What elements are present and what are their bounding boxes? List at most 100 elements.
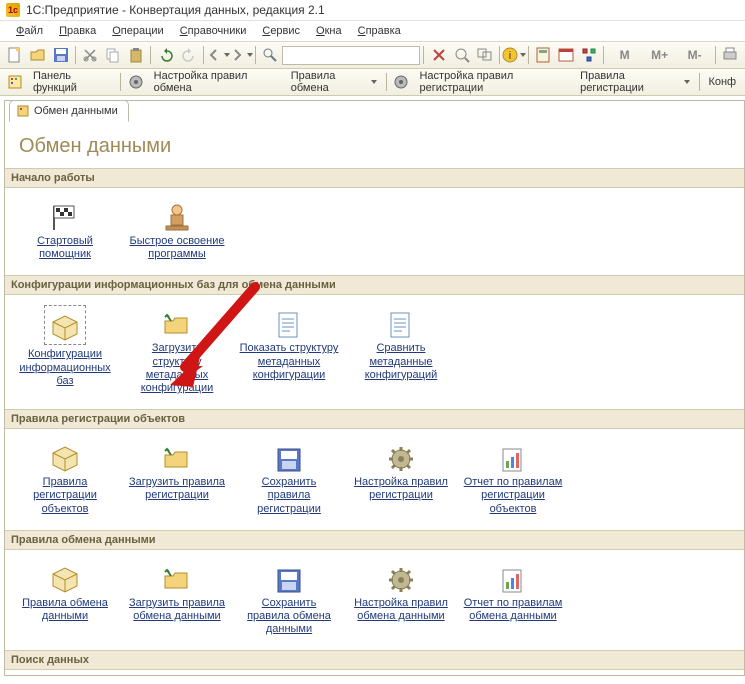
separator-icon — [713, 44, 718, 66]
menu-help[interactable]: Справка — [350, 23, 409, 39]
launch-item-label[interactable]: Отчет по правилам обмена данными — [463, 597, 563, 623]
launch-item-label[interactable]: Стартовый помощник — [15, 235, 115, 261]
launch-item-label[interactable]: Загрузить структуру метаданных конфигура… — [127, 342, 227, 395]
launch-item-label[interactable]: Показать структуру метаданных конфигурац… — [239, 342, 339, 382]
launch-item-exch-setup[interactable]: Настройка правил обмена данными — [351, 560, 451, 637]
exchange-rules-dropdown[interactable]: Правила обмена — [285, 71, 383, 93]
launch-item-exch-report[interactable]: Отчет по правилам обмена данными — [463, 560, 563, 637]
exchange-rules-setup-icon[interactable] — [125, 71, 147, 93]
launch-item-load-reg[interactable]: Загрузить правила регистрации — [127, 439, 227, 516]
floppy-icon — [276, 439, 302, 473]
section-header: Правила регистрации объектов — [5, 409, 744, 429]
launch-item-reg-setup[interactable]: Настройка правил регистрации — [351, 439, 451, 516]
cut-icon[interactable] — [79, 44, 101, 66]
separator-icon — [601, 44, 606, 66]
launch-item-label[interactable]: Сохранить правила регистрации — [239, 476, 339, 516]
panel-body: Обмен данными Начало работыСтартовый пом… — [5, 123, 744, 681]
panel-functions-icon[interactable] — [4, 71, 26, 93]
m-plus-icon[interactable]: M+ — [643, 44, 677, 66]
launch-item-fulltext[interactable]: Полнотекстовый поиск — [15, 680, 115, 681]
app-title: 1С:Предприятие - Конвертация данных, ред… — [26, 3, 325, 17]
reg-rules-setup-icon[interactable] — [390, 71, 412, 93]
menu-edit[interactable]: Правка — [51, 23, 104, 39]
separator-icon — [253, 44, 258, 66]
launch-item-config-infobases[interactable]: Конфигурации информационных баз — [15, 305, 115, 395]
tab-label: Обмен данными — [34, 105, 118, 117]
menu-windows[interactable]: Окна — [308, 23, 350, 39]
zoom-icon[interactable] — [451, 44, 473, 66]
new-doc-icon[interactable] — [4, 44, 26, 66]
windows-icon[interactable] — [474, 44, 496, 66]
item-row: Правила регистрации объектов Загрузить пр… — [15, 429, 734, 530]
reg-rules-setup-button[interactable]: Настройка правил регистрации — [413, 71, 573, 93]
launch-item-exch-rules[interactable]: Правила обмена данными — [15, 560, 115, 637]
launch-item-label[interactable]: Настройка правил обмена данными — [351, 597, 451, 623]
launch-item-label[interactable]: Правила обмена данными — [15, 597, 115, 623]
launch-item-label[interactable]: Загрузить правила обмена данными — [127, 597, 227, 623]
search-input[interactable] — [282, 46, 420, 65]
copy-icon[interactable] — [102, 44, 124, 66]
m-minus-icon[interactable]: M- — [678, 44, 712, 66]
search-icon[interactable] — [259, 44, 281, 66]
launch-item-find-obj[interactable]: Поиск объектов — [127, 680, 227, 681]
launch-item-save-exch[interactable]: Сохранить правила обмена данными — [239, 560, 339, 637]
launch-item-show-meta[interactable]: Показать структуру метаданных конфигурац… — [239, 305, 339, 395]
save-floppy-icon[interactable] — [50, 44, 72, 66]
launch-item-label[interactable]: Отчет по правилам регистрации объектов — [463, 476, 563, 516]
box3d-icon — [44, 305, 86, 345]
calendar-icon[interactable] — [555, 44, 577, 66]
menu-refs[interactable]: Справочники — [172, 23, 255, 39]
menu-bar: Файл Правка Операции Справочники Сервис … — [0, 21, 745, 42]
print-icon[interactable] — [719, 44, 741, 66]
launch-item-label[interactable]: Сохранить правила обмена данными — [239, 597, 339, 637]
panel-functions-button[interactable]: Панель функций — [27, 71, 117, 93]
tab-data-exchange[interactable]: Обмен данными — [9, 100, 129, 122]
separator-icon — [73, 44, 78, 66]
info-icon[interactable]: i — [503, 44, 525, 66]
launch-item-save-reg[interactable]: Сохранить правила регистрации — [239, 439, 339, 516]
launch-item-load-exch[interactable]: Загрузить правила обмена данными — [127, 560, 227, 637]
back-icon[interactable] — [207, 44, 229, 66]
section-header: Правила обмена данными — [5, 530, 744, 550]
launch-item-start-wizard[interactable]: Стартовый помощник — [15, 198, 115, 261]
doc-lines-icon — [277, 305, 301, 339]
launch-item-label[interactable]: Сравнить метаданные конфигураций — [351, 342, 451, 382]
config-button-truncated[interactable]: Конф — [704, 71, 741, 93]
reg-rules-dropdown[interactable]: Правила регистрации — [574, 71, 696, 93]
close-x-icon[interactable] — [428, 44, 450, 66]
open-folder-icon[interactable] — [27, 44, 49, 66]
menu-ops[interactable]: Операции — [104, 23, 171, 39]
separator-icon — [118, 71, 124, 93]
separator-icon — [421, 44, 426, 66]
report-icon — [501, 560, 525, 594]
main-panel: Обмен данными Обмен данными Начало работ… — [4, 100, 745, 676]
menu-service[interactable]: Сервис — [254, 23, 308, 39]
m-icon[interactable]: M — [608, 44, 642, 66]
gear-icon — [387, 560, 415, 594]
undo-icon[interactable] — [155, 44, 177, 66]
launch-item-quick-learn[interactable]: Быстрое освоение программы — [127, 198, 227, 261]
launch-item-reg-report[interactable]: Отчет по правилам регистрации объектов — [463, 439, 563, 516]
menu-file[interactable]: Файл — [8, 23, 51, 39]
svg-text:i: i — [509, 50, 511, 62]
separator-icon — [526, 44, 531, 66]
title-bar: 1c 1С:Предприятие - Конвертация данных, … — [0, 0, 745, 21]
launch-item-label[interactable]: Правила регистрации объектов — [15, 476, 115, 516]
section-header: Конфигурации информационных баз для обме… — [5, 275, 744, 295]
launch-item-load-meta[interactable]: Загрузить структуру метаданных конфигура… — [127, 305, 227, 395]
launch-item-label[interactable]: Конфигурации информационных баз — [15, 348, 115, 388]
folder-open-icon — [163, 560, 191, 594]
launch-item-label[interactable]: Настройка правил регистрации — [351, 476, 451, 502]
calc-icon[interactable] — [532, 44, 554, 66]
launch-item-compare-meta[interactable]: Сравнить метаданные конфигураций — [351, 305, 451, 395]
exchange-rules-setup-button[interactable]: Настройка правил обмена — [148, 71, 284, 93]
tab-icon — [16, 104, 30, 118]
magnifier-icon — [164, 680, 190, 681]
paste-icon[interactable] — [125, 44, 147, 66]
launch-item-reg-rules[interactable]: Правила регистрации объектов — [15, 439, 115, 516]
redo-icon[interactable] — [178, 44, 200, 66]
launch-item-label[interactable]: Загрузить правила регистрации — [127, 476, 227, 502]
forward-icon[interactable] — [230, 44, 252, 66]
launch-item-label[interactable]: Быстрое освоение программы — [127, 235, 227, 261]
tree-icon[interactable] — [578, 44, 600, 66]
